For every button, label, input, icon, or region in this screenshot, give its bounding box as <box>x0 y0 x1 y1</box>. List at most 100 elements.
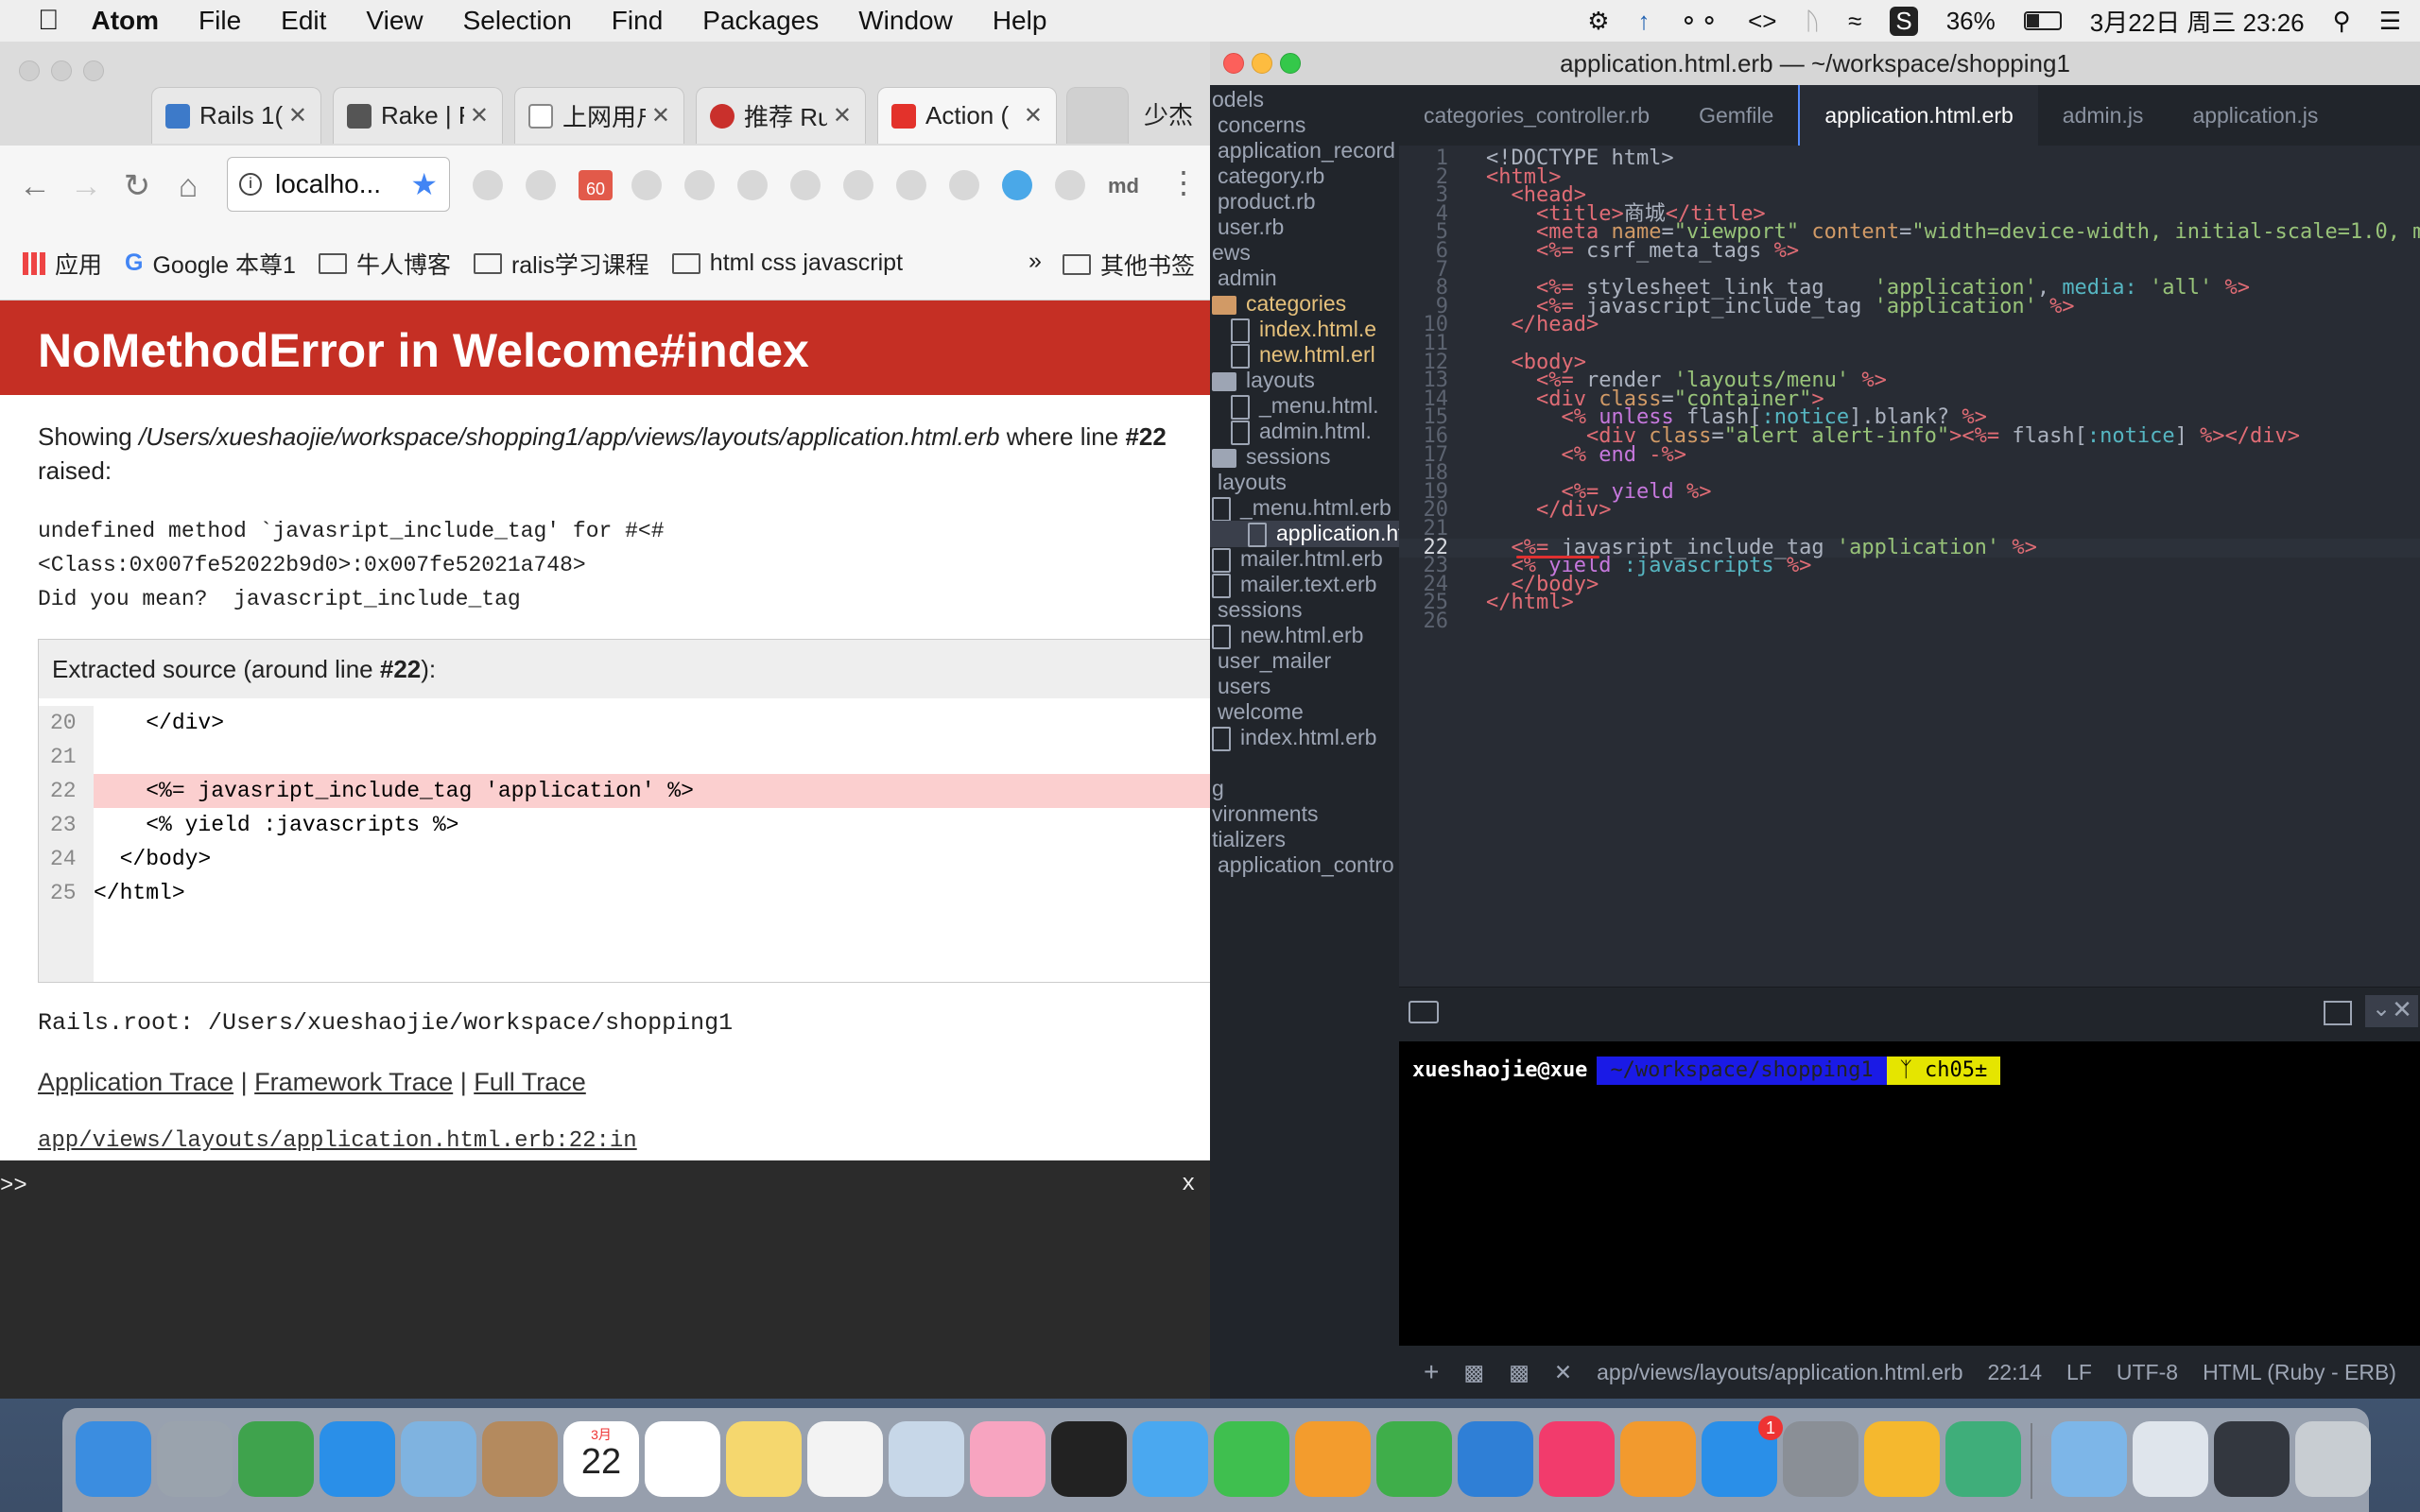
trash-icon[interactable] <box>2295 1421 2371 1497</box>
tab-application-html-erb[interactable]: application.html.erb <box>1798 85 2038 146</box>
tree-view[interactable]: odels concerns application_record category.… <box>1210 85 1399 1399</box>
reminders-icon[interactable] <box>645 1421 720 1497</box>
numbers-icon[interactable] <box>1376 1421 1452 1497</box>
apple-icon[interactable]:  <box>38 5 60 37</box>
menu-find[interactable]: Find <box>612 6 663 36</box>
tab-categories-controller[interactable]: categories_controller.rb <box>1399 85 1674 146</box>
extension-md-icon[interactable]: md <box>1108 174 1139 198</box>
folder-icon[interactable] <box>2051 1421 2127 1497</box>
tree-item[interactable]: user_mailer <box>1218 648 1331 674</box>
reload-icon[interactable]: ↻ <box>112 167 163 205</box>
tree-item[interactable]: mailer.html.erb <box>1212 546 1383 573</box>
extension-window-icon[interactable] <box>631 170 662 200</box>
extension-circle-icon[interactable] <box>526 170 556 200</box>
chrome-menu-icon[interactable]: ⋮ <box>1168 164 1199 200</box>
close-terminal-icon[interactable]: ✕ <box>2386 995 2418 1027</box>
console-close-icon[interactable]: x <box>1182 1172 1195 1197</box>
bookmarks-overflow-button[interactable]: » <box>1028 248 1042 275</box>
atom-icon[interactable] <box>1945 1421 2021 1497</box>
tree-item[interactable]: layouts <box>1212 368 1315 393</box>
status-grammar[interactable]: HTML (Ruby - ERB) <box>2203 1360 2396 1385</box>
profile-name[interactable]: 少杰 <box>1144 96 1193 131</box>
bookmark-star-icon[interactable]: ★ <box>410 166 438 202</box>
preview-icon[interactable] <box>401 1421 476 1497</box>
zoom-window-button[interactable] <box>83 60 104 81</box>
bookmark-folder-niuren[interactable]: 牛人博客 <box>318 247 451 281</box>
extension-search-icon[interactable] <box>896 170 926 200</box>
extension-stack-icon[interactable] <box>790 170 821 200</box>
tree-item[interactable]: vironments <box>1212 801 1318 827</box>
extension-grid-icon[interactable] <box>843 170 873 200</box>
photos-icon[interactable] <box>970 1421 1046 1497</box>
launchpad-icon[interactable] <box>157 1421 233 1497</box>
tree-item[interactable]: new.html.erl <box>1231 342 1375 369</box>
safari-icon[interactable] <box>320 1421 395 1497</box>
new-tab-button[interactable] <box>1066 87 1129 144</box>
tree-item[interactable]: g <box>1212 776 1224 801</box>
tree-item[interactable]: tializers <box>1212 827 1286 852</box>
menu-app-name[interactable]: Atom <box>92 6 160 36</box>
minimize-window-button[interactable] <box>1252 53 1272 74</box>
close-tab-icon[interactable]: ✕ <box>651 102 670 129</box>
pages-icon[interactable] <box>1295 1421 1371 1497</box>
sogou-icon[interactable]: S <box>1890 6 1918 36</box>
tree-item[interactable]: users <box>1218 674 1270 699</box>
bookmark-folder-html[interactable]: html css javascript <box>671 249 903 277</box>
maximize-terminal-icon[interactable] <box>2324 1001 2352 1025</box>
tree-item[interactable]: sessions <box>1212 444 1330 470</box>
add-terminal-icon[interactable]: + <box>1424 1357 1439 1387</box>
terminal-2-icon[interactable]: ▩ <box>1509 1360 1530 1385</box>
bookmark-google[interactable]: G Google 本尊1 <box>125 247 296 281</box>
full-trace-link[interactable]: Full Trace <box>474 1068 586 1096</box>
zoom-window-button[interactable] <box>1280 53 1301 74</box>
battery-icon[interactable] <box>2023 11 2062 30</box>
tree-item[interactable]: admin.html. <box>1231 419 1372 445</box>
tab-action[interactable]: Action (✕ <box>877 87 1057 144</box>
bluetooth-icon[interactable]: ᚢ <box>1805 7 1820 36</box>
system-preferences-icon[interactable] <box>1783 1421 1858 1497</box>
contacts-icon[interactable] <box>482 1421 558 1497</box>
tree-item[interactable]: welcome <box>1218 699 1304 725</box>
terminal-icon[interactable] <box>1051 1421 1127 1497</box>
menu-window[interactable]: Window <box>858 6 953 36</box>
tree-item[interactable]: admin <box>1218 266 1277 291</box>
bookmark-folder-ralis[interactable]: ralis学习课程 <box>473 247 649 281</box>
close-window-button[interactable] <box>1223 53 1244 74</box>
extension-translate-icon[interactable] <box>684 170 715 200</box>
itunes-icon[interactable] <box>1539 1421 1615 1497</box>
tree-item[interactable]: user.rb <box>1218 215 1284 240</box>
extension-s-icon[interactable] <box>473 170 503 200</box>
extension-leaf-icon[interactable] <box>949 170 979 200</box>
tree-item[interactable]: application.htm <box>1210 521 1399 547</box>
calendar-icon[interactable]: 3月 22 <box>563 1421 639 1497</box>
close-tab-icon[interactable]: ✕ <box>1024 102 1043 129</box>
status-file-path[interactable]: app/views/layouts/application.html.erb <box>1597 1360 1962 1385</box>
tree-item[interactable]: ews <box>1212 240 1251 266</box>
tree-item[interactable]: mailer.text.erb <box>1212 572 1376 598</box>
bookmark-apps[interactable]: 应用 <box>23 247 102 281</box>
keyboard-icon[interactable] <box>1409 1001 1439 1023</box>
notification-center-icon[interactable]: ☰ <box>2379 7 2401 36</box>
tab-ruby[interactable]: 推荐 Ru ✕ <box>696 87 866 144</box>
status-line-ending[interactable]: LF <box>2066 1360 2092 1385</box>
web-console[interactable]: >> x <box>0 1160 1213 1399</box>
notes-icon[interactable] <box>726 1421 802 1497</box>
status-encoding[interactable]: UTF-8 <box>2117 1360 2178 1385</box>
tree-item[interactable]: index.html.erb <box>1212 725 1376 751</box>
textedit-icon[interactable] <box>807 1421 883 1497</box>
document-stack-icon[interactable] <box>2133 1421 2208 1497</box>
battery-percent[interactable]: 36% <box>1946 7 1996 36</box>
close-tab-icon[interactable]: ✕ <box>288 102 307 129</box>
tab-shangwang[interactable]: 上网用户✕ <box>514 87 684 144</box>
home-icon[interactable]: ⌂ <box>163 168 214 205</box>
tab-admin-js[interactable]: admin.js <box>2038 85 2169 146</box>
minimize-window-button[interactable] <box>51 60 72 81</box>
code-brackets-icon[interactable]: <> <box>1748 7 1776 36</box>
gear-status-icon[interactable]: ⚙ <box>1587 7 1609 36</box>
messages-icon[interactable] <box>1132 1421 1208 1497</box>
tree-item[interactable]: product.rb <box>1218 189 1316 215</box>
menu-selection[interactable]: Selection <box>463 6 572 36</box>
info-icon[interactable]: i <box>239 173 262 196</box>
close-window-button[interactable] <box>19 60 40 81</box>
upload-arrow-icon[interactable]: ↑ <box>1638 7 1651 36</box>
